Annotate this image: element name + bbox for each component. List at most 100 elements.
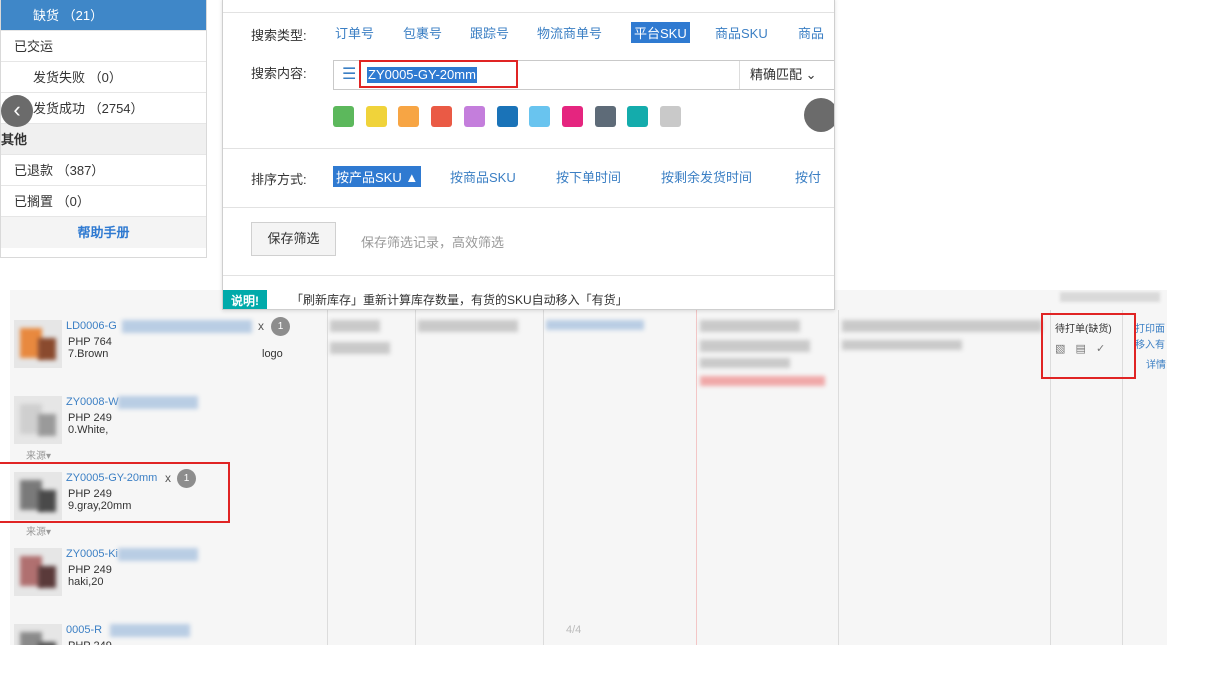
match-mode-label: 精确匹配 [750,67,803,82]
table-header-blur [1060,292,1160,302]
blurred-cell [330,342,390,354]
note-text: 「刷新库存」重新计算库存数量，有货的SKU自动移入「有货」 [291,293,628,307]
search-type-option[interactable]: 商品SKU [715,23,768,42]
search-type-option[interactable]: 包裹号 [403,23,442,42]
product-row: LD0006-G PHP 764 7.Brown logo x 1 [10,310,325,386]
product-attributes: 0.White, [68,424,109,436]
search-type-option[interactable]: 平台SKU [631,22,690,43]
product-attributes: haki,20 [68,576,104,588]
sort-option[interactable]: 按商品SKU [450,167,516,186]
color-tag-swatch[interactable] [333,106,354,127]
blurred-cell [700,320,800,332]
color-tag-swatch[interactable] [529,106,551,127]
product-price: PHP 249 [68,640,112,645]
quantity-badge: 1 [271,317,290,336]
blurred-cell [842,320,1042,332]
color-tag-swatch[interactable] [496,106,518,127]
color-tag-swatch[interactable] [398,106,420,127]
blurred-product-name [118,396,198,409]
sidebar-item-4[interactable]: 其他 [1,124,206,155]
annotation-box-search [359,60,518,88]
product-thumbnail[interactable] [14,624,62,645]
color-tag-swatch[interactable] [561,106,583,127]
search-type-label: 搜索类型: [251,28,307,43]
blurred-product-name [110,624,190,637]
chevron-left-icon: ‹ [13,97,21,122]
back-button[interactable]: ‹ [1,95,33,127]
sidebar-item-2[interactable]: 发货失败 （0） [1,62,206,93]
column-divider [838,310,839,645]
sort-option[interactable]: 按剩余发货时间 [661,167,752,186]
search-content-label: 搜索内容: [251,66,307,81]
sidebar-item-5[interactable]: 已退款 （387） [1,155,206,186]
sidebar: 缺货 （21） 已交运 发货失败 （0） 发货成功 （2754） 其他 已退款 （387）… [0,0,207,258]
blurred-product-name [118,548,198,561]
divider [223,275,834,276]
sidebar-item-7[interactable]: 帮助手册 [1,217,206,248]
chevron-down-icon: ⌄ [805,67,817,82]
caret-down-icon: ▾ [46,527,52,538]
product-price: PHP 249 [68,564,112,576]
match-mode-select[interactable]: 精确匹配 ⌄ [739,61,834,89]
blurred-cell [330,320,380,332]
save-filter-button[interactable]: 保存筛选 [251,222,336,256]
source-label: 来源 [26,527,46,538]
sidebar-item-6[interactable]: 已搁置 （0） [1,186,206,217]
blurred-cell [418,320,518,332]
product-price: PHP 764 [68,336,112,348]
product-sku-link[interactable]: 0005-R [66,624,102,636]
product-sku-link[interactable]: ZY0005-Ki [66,548,118,560]
color-tag-swatch[interactable] [627,106,649,127]
color-tag-swatch[interactable] [463,106,485,127]
blurred-cell [700,358,790,368]
product-price: PHP 249 [68,412,112,424]
sort-option[interactable]: 按产品SKU ▲ [333,166,422,187]
page-indicator: 4/4 [566,624,582,636]
save-filter-hint: 保存筛选记录，高效筛选 [361,235,505,250]
color-tag-swatch[interactable] [365,106,387,127]
product-row: ZY0008-W PHP 249 0.White, 来源▾ [10,386,325,462]
color-tag-swatch[interactable] [431,106,453,127]
product-sku-link[interactable]: ZY0008-W [66,396,119,408]
search-type-option[interactable]: 跟踪号 [470,23,509,42]
sort-label: 排序方式: [251,172,307,187]
more-colors-button[interactable] [804,98,834,132]
side-link-print[interactable]: 打印面 [1135,320,1165,335]
search-type-option[interactable]: 物流商单号 [537,23,602,42]
blurred-cell [700,340,810,352]
sort-option[interactable]: 按下单时间 [556,167,621,186]
color-tag-swatch[interactable] [594,106,616,127]
side-link-move[interactable]: 移入有 [1135,336,1165,351]
color-tag-swatch[interactable] [660,106,681,127]
divider [223,207,834,208]
quantity-multiplier: x [258,319,264,333]
caret-down-icon: ▾ [46,451,52,462]
blurred-cell [842,340,962,350]
search-type-option[interactable]: 订单号 [335,23,374,42]
product-row: ZY0005-Ki PHP 249 haki,20 [10,538,325,614]
source-dropdown[interactable]: 来源▾ [26,447,51,462]
blurred-cell [700,376,825,386]
product-attributes-tail: logo [262,348,283,360]
annotation-box-status [1041,313,1136,379]
column-divider [543,310,544,645]
side-link-detail[interactable]: 详情 [1146,356,1166,371]
sidebar-item-1[interactable]: 已交运 [1,31,206,62]
product-thumbnail[interactable] [14,320,62,368]
product-row: 0005-R PHP 249 [10,614,325,645]
divider [223,12,834,13]
filter-list-icon[interactable]: ☰ [342,67,356,83]
blurred-cell [546,320,644,330]
product-sku-link[interactable]: LD0006-G [66,320,117,332]
sidebar-item-0[interactable]: 缺货 （21） [1,0,206,31]
product-attributes: 7.Brown [68,348,109,360]
divider [223,148,834,149]
source-dropdown[interactable]: 来源▾ [26,523,51,538]
product-thumbnail[interactable] [14,396,62,444]
note-badge: 说明! [223,290,267,309]
search-type-option[interactable]: 商品 [798,23,824,42]
sort-option[interactable]: 按付 [795,167,821,186]
product-thumbnail[interactable] [14,548,62,596]
blurred-product-name [122,320,252,333]
column-divider [696,310,697,645]
